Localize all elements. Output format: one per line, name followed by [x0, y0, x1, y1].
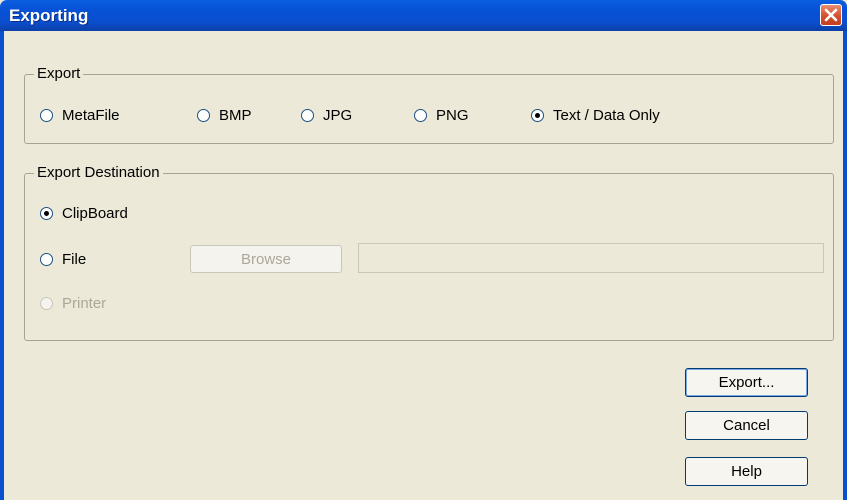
radio-printer-indicator[interactable]: [40, 296, 53, 310]
radio-metafile-indicator[interactable]: [40, 108, 53, 122]
export-destination-group-label: Export Destination: [34, 164, 163, 182]
radio-png-indicator[interactable]: [414, 108, 427, 122]
radio-file-label: File: [62, 250, 87, 268]
radio-jpg[interactable]: JPG: [301, 105, 352, 125]
radio-png-label: PNG: [436, 106, 469, 124]
radio-metafile[interactable]: MetaFile: [40, 105, 120, 125]
radio-metafile-label: MetaFile: [62, 106, 120, 124]
radio-file-indicator[interactable]: [40, 252, 53, 266]
radio-printer-label: Printer: [62, 294, 107, 312]
title-bar[interactable]: Exporting: [0, 0, 847, 31]
radio-clipboard[interactable]: ClipBoard: [40, 203, 128, 223]
help-button[interactable]: Help: [685, 457, 808, 486]
radio-text-data-only-label: Text / Data Only: [553, 106, 660, 124]
file-path-field[interactable]: [358, 243, 824, 273]
dialog-title: Exporting: [9, 6, 89, 25]
radio-printer[interactable]: Printer: [40, 293, 106, 313]
close-button[interactable]: [820, 4, 842, 26]
close-icon: [824, 8, 838, 22]
radio-file[interactable]: File: [40, 249, 86, 269]
radio-bmp-label: BMP: [219, 106, 252, 124]
radio-bmp-indicator[interactable]: [197, 108, 210, 122]
browse-button[interactable]: Browse: [190, 245, 342, 273]
radio-clipboard-label: ClipBoard: [62, 204, 128, 222]
export-button[interactable]: Export...: [685, 368, 808, 397]
window-frame-right: [843, 31, 847, 500]
radio-jpg-label: JPG: [323, 106, 353, 124]
radio-jpg-indicator[interactable]: [301, 108, 314, 122]
radio-png[interactable]: PNG: [414, 105, 469, 125]
radio-bmp[interactable]: BMP: [197, 105, 252, 125]
radio-text-data-only-indicator[interactable]: [531, 108, 544, 122]
exporting-dialog: Exporting Export MetaFile BMP JPG PNG Te…: [0, 0, 847, 500]
cancel-button[interactable]: Cancel: [685, 411, 808, 440]
export-group-label: Export: [34, 65, 84, 83]
radio-clipboard-indicator[interactable]: [40, 206, 53, 220]
window-frame-left: [0, 31, 4, 500]
radio-text-data-only[interactable]: Text / Data Only: [531, 105, 660, 125]
